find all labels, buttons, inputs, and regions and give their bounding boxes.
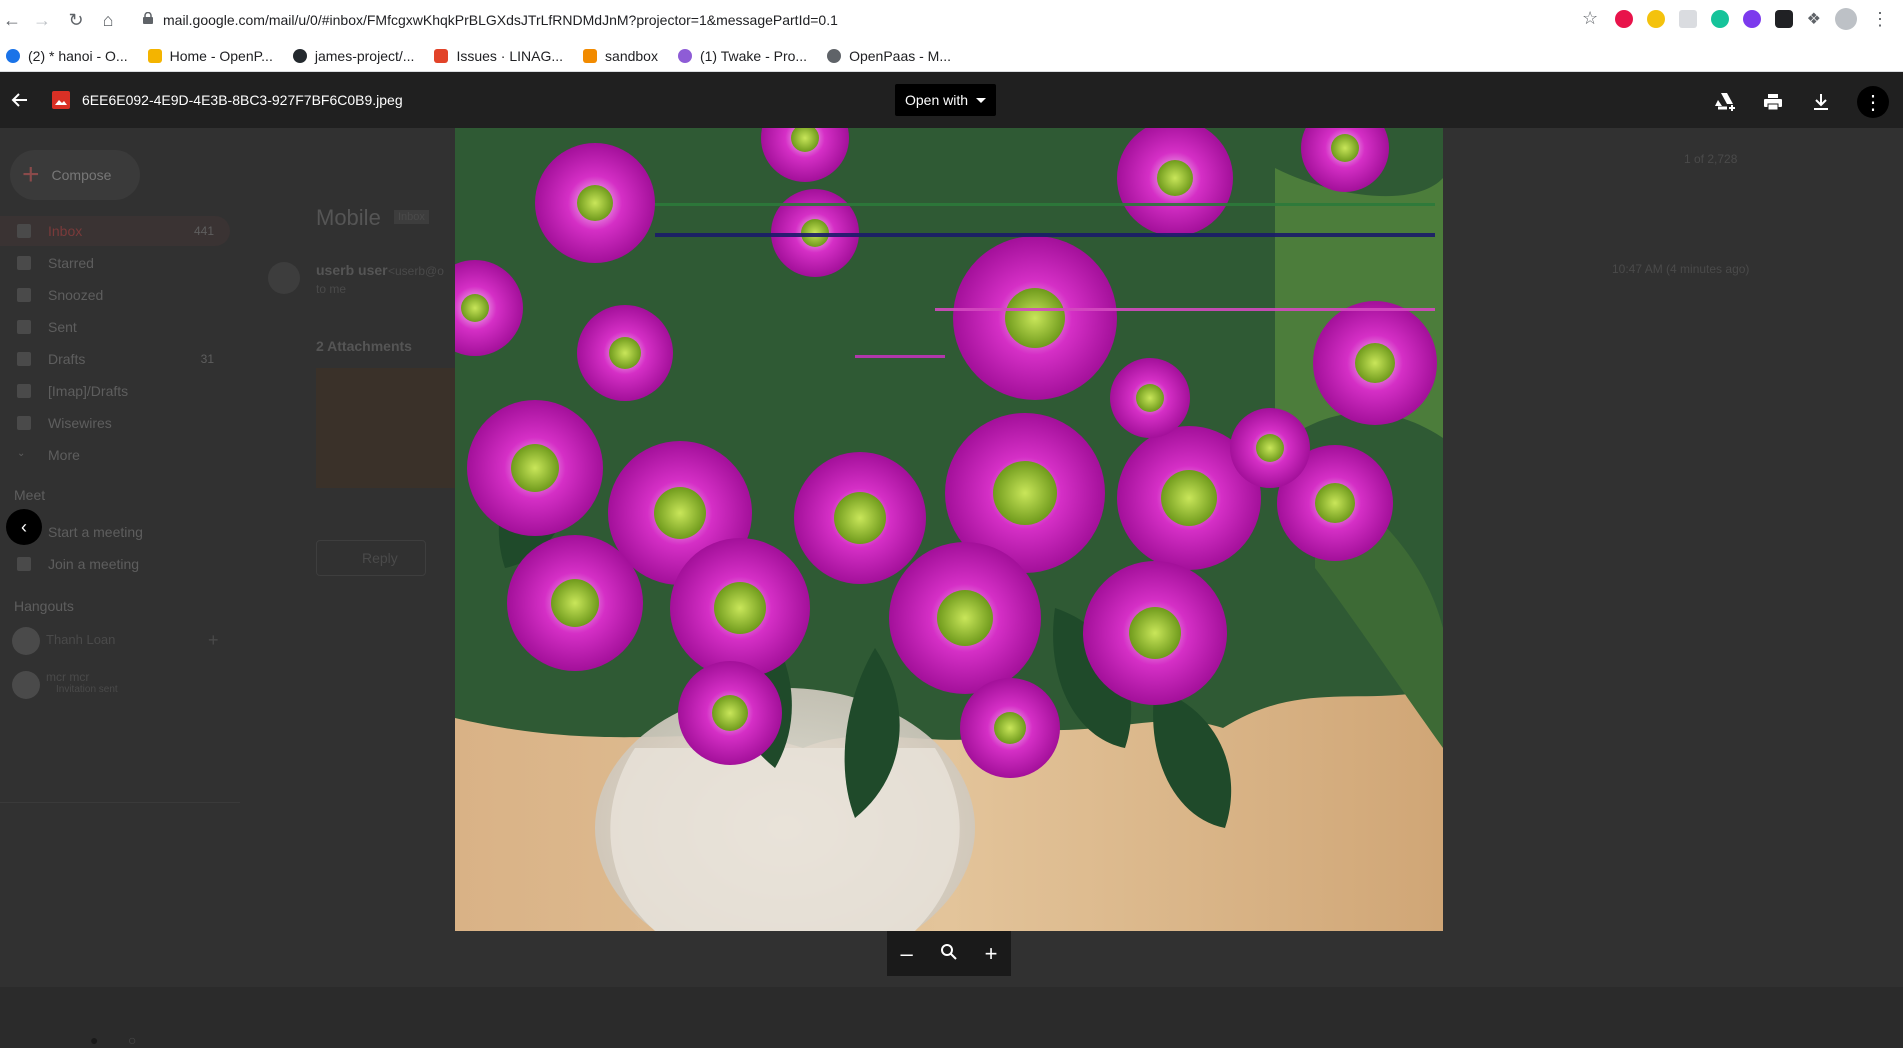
home-icon[interactable]: ⌂: [96, 8, 120, 32]
sender-name: userb user: [316, 262, 388, 278]
extension-icon[interactable]: [1774, 10, 1793, 28]
hangout-user-name: Thanh Loan: [46, 632, 116, 647]
browser-toolbar: ← → ↻ ⌂ mail.google.com/mail/u/0/#inbox/…: [0, 0, 1903, 40]
back-icon[interactable]: ←: [0, 8, 24, 32]
send-icon: [17, 320, 31, 334]
gitlab-icon: [434, 48, 449, 63]
sidebar-item-imap-drafts: [Imap]/Drafts: [0, 376, 230, 406]
puzzle-icon[interactable]: ❖: [1807, 9, 1821, 29]
zoom-out-icon[interactable]: –: [900, 941, 912, 967]
zoom-icon[interactable]: [940, 941, 958, 967]
bookmark-item[interactable]: Home - OpenP...: [147, 48, 273, 64]
label-icon: [17, 416, 31, 430]
add-hangout-icon: +: [208, 630, 219, 650]
to-me-label: to me: [316, 282, 347, 296]
grammarly-icon[interactable]: [1710, 10, 1729, 28]
reload-icon[interactable]: ↻: [64, 8, 88, 32]
extension-icon[interactable]: [1646, 10, 1665, 28]
reply-label: Reply: [362, 550, 398, 566]
lock-icon: [143, 12, 153, 24]
attachment-viewer-toolbar: 6EE6E092-4E9D-4E3B-8BC3-927F7BF6C0B9.jpe…: [0, 72, 1903, 128]
bookmark-favicon-icon: [147, 48, 162, 63]
image-file-icon: [52, 91, 70, 109]
draft-icon: [17, 352, 31, 366]
compose-button: + Compose: [10, 150, 140, 200]
extensions-bar: ❖ ⋮: [1614, 8, 1889, 30]
url-text: mail.google.com/mail/u/0/#inbox/FMfcgxwK…: [163, 12, 838, 28]
join-meeting-item: Join a meeting: [0, 549, 230, 579]
more-vert-icon[interactable]: ⋮: [1857, 86, 1889, 118]
bookmark-favicon-icon: [677, 48, 692, 63]
sidebar-item-inbox: Inbox 441: [0, 216, 230, 246]
attachments-heading: 2 Attachments: [316, 338, 412, 354]
arrow-left-icon[interactable]: [8, 88, 32, 112]
keyboard-icon: [17, 557, 31, 571]
attachment-thumbnail: [316, 368, 456, 488]
extension-icon[interactable]: [1614, 10, 1633, 28]
hangout-user-status: Invitation sent: [56, 684, 118, 695]
github-icon: [292, 48, 307, 63]
profile-avatar[interactable]: [1835, 8, 1857, 30]
file-name: 6EE6E092-4E9D-4E3B-8BC3-927F7BF6C0B9.jpe…: [82, 92, 403, 108]
bookmark-star-icon[interactable]: ☆: [1582, 8, 1598, 29]
inbox-icon: [17, 224, 31, 238]
person-icon: ●: [90, 1032, 99, 1048]
extension-icon[interactable]: [1678, 10, 1697, 28]
extension-icon[interactable]: [1742, 10, 1761, 28]
divider: [0, 802, 240, 803]
avatar: [12, 671, 40, 699]
print-icon[interactable]: [1761, 90, 1785, 114]
attachment-image: [455, 128, 1443, 931]
sidebar-item-drafts: Drafts 31: [0, 344, 230, 374]
hangouts-icon: ○: [128, 1032, 137, 1048]
globe-icon: [827, 48, 842, 63]
email-timestamp: 10:47 AM (4 minutes ago): [1612, 262, 1750, 276]
sidebar-item-sent: Sent: [0, 312, 230, 342]
bookmark-item[interactable]: OpenPaas - M...: [827, 48, 951, 64]
star-icon: [17, 256, 31, 270]
chrome-menu-icon[interactable]: ⋮: [1871, 9, 1889, 30]
caret-down-icon: [976, 97, 987, 103]
zoom-controls: – +: [887, 931, 1011, 976]
download-icon[interactable]: [1809, 90, 1833, 114]
label-icon: [17, 384, 31, 398]
plus-icon: +: [22, 158, 40, 191]
bookmark-item[interactable]: james-project/...: [292, 48, 414, 64]
avatar: [268, 262, 300, 294]
sidebar-item-starred: Starred: [0, 248, 230, 278]
bookmark-item[interactable]: Issues · LINAG...: [434, 48, 563, 64]
clock-icon: [17, 288, 31, 302]
bookmark-item[interactable]: (1) Twake - Pro...: [677, 48, 807, 64]
chevron-down-icon: ⌄: [17, 448, 26, 459]
forward-icon[interactable]: →: [30, 8, 54, 32]
bookmark-favicon-icon: [6, 48, 20, 63]
address-bar[interactable]: mail.google.com/mail/u/0/#inbox/FMfcgxwK…: [135, 7, 1600, 33]
sidebar-item-snoozed: Snoozed: [0, 280, 230, 310]
sidebar-item-wisewires: Wisewires: [0, 408, 230, 438]
bookmark-item[interactable]: sandbox: [583, 48, 658, 64]
email-label-badge: Inbox: [394, 210, 429, 224]
bookmark-favicon-icon: [583, 48, 598, 63]
sender-email: <userb@o: [388, 264, 444, 278]
add-to-drive-icon[interactable]: [1713, 90, 1737, 114]
pagination-text: 1 of 2,728: [1684, 152, 1738, 166]
bookmark-item[interactable]: (2) * hanoi - O...: [6, 48, 128, 64]
email-subject: Mobile: [316, 205, 381, 230]
chevron-left-icon[interactable]: ‹: [6, 509, 42, 545]
sidebar-item-more: ⌄ More: [17, 447, 80, 463]
bookmarks-bar: (2) * hanoi - O... Home - OpenP... james…: [0, 40, 1903, 72]
avatar: [12, 627, 40, 655]
hangouts-heading: Hangouts: [14, 598, 74, 614]
zoom-in-icon[interactable]: +: [985, 941, 998, 967]
hangout-user-name: mcr mcr: [46, 670, 90, 684]
open-with-button[interactable]: Open with: [895, 84, 997, 116]
meet-heading: Meet: [14, 487, 46, 503]
flower-photo: [455, 128, 1443, 931]
